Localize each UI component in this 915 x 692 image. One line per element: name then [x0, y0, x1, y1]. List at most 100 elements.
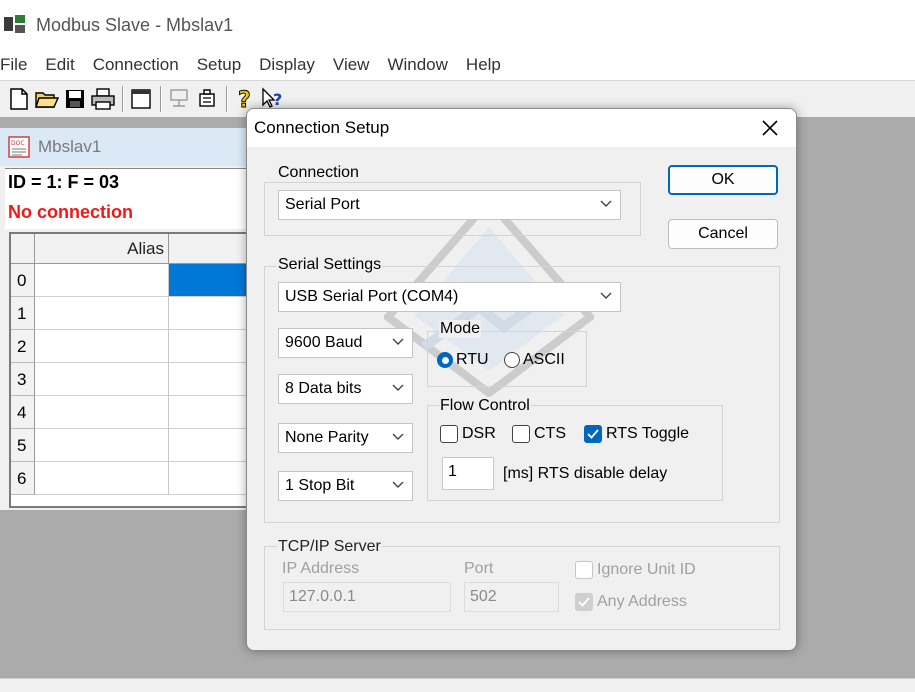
ip-address-input[interactable]: 127.0.0.1 [283, 582, 451, 612]
menu-window[interactable]: Window [378, 55, 456, 75]
modbus-slave-app-icon [4, 15, 26, 35]
menu-connection[interactable]: Connection [84, 55, 188, 75]
row-number: 1 [11, 297, 35, 330]
row-number: 5 [11, 429, 35, 462]
new-icon[interactable] [6, 85, 32, 113]
flow-control-label: Flow Control [439, 397, 531, 415]
rts-delay-input[interactable]: 1 [442, 457, 494, 490]
cts-checkbox[interactable]: CTS [512, 425, 566, 443]
mode-rtu-radio[interactable]: RTU [437, 351, 489, 369]
comm-icon[interactable] [166, 85, 192, 113]
rts-delay-label: [ms] RTS disable delay [503, 465, 668, 482]
slave-id-function: ID = 1: F = 03 [8, 172, 120, 192]
mode-rtu-label: RTU [456, 351, 489, 368]
serial-settings-label: Serial Settings [277, 256, 383, 274]
row-number: 6 [11, 462, 35, 495]
chevron-down-icon [392, 481, 404, 488]
child-title: Mbslav1 [38, 137, 102, 156]
row-number: 2 [11, 330, 35, 363]
data-bits-select[interactable]: 8 Data bits [278, 374, 413, 404]
dialog-title-bar: Connection Setup [247, 109, 796, 147]
alias-cell[interactable] [35, 396, 169, 429]
data-bits-value: 8 Data bits [285, 380, 362, 397]
chevron-down-icon [600, 292, 612, 299]
port-input[interactable]: 502 [464, 582, 559, 612]
menu-bar: File Edit Connection Setup Display View … [0, 50, 915, 81]
chevron-down-icon [392, 433, 404, 440]
serial-port-value: USB Serial Port (COM4) [285, 288, 459, 305]
document-icon: DOC [8, 136, 30, 158]
tcp-ip-label: TCP/IP Server [277, 538, 382, 556]
menu-display[interactable]: Display [250, 55, 324, 75]
row-number: 3 [11, 363, 35, 396]
close-icon[interactable] [758, 116, 782, 140]
menu-edit[interactable]: Edit [36, 55, 83, 75]
chevron-down-icon [392, 338, 404, 345]
checkmark-disabled-icon [575, 593, 593, 611]
menu-file[interactable]: File [0, 55, 36, 75]
stop-bits-value: 1 Stop Bit [285, 477, 355, 494]
connection-type-select[interactable]: Serial Port [278, 190, 621, 220]
rts-toggle-checkbox[interactable]: RTS Toggle [584, 425, 689, 443]
toolbar-separator [160, 86, 162, 112]
dsr-label: DSR [462, 425, 496, 442]
connection-group-label: Connection [277, 164, 360, 182]
menu-help[interactable]: Help [457, 55, 510, 75]
parity-select[interactable]: None Parity [278, 423, 413, 453]
menu-view[interactable]: View [324, 55, 379, 75]
toolbar-separator [122, 86, 124, 112]
stop-bits-select[interactable]: 1 Stop Bit [278, 471, 413, 501]
toolbar-separator [226, 86, 228, 112]
svg-text:?: ? [273, 90, 282, 109]
connection-setup-dialog: Connection Setup Connection Serial Port … [246, 108, 797, 651]
ip-address-label: IP Address [282, 560, 360, 577]
baud-rate-value: 9600 Baud [285, 334, 363, 351]
ok-button[interactable]: OK [668, 165, 778, 195]
alias-cell[interactable] [35, 264, 169, 297]
status-bar [0, 678, 915, 692]
checkmark-icon [584, 425, 602, 443]
checkbox-unchecked-icon [512, 425, 530, 443]
mode-label: Mode [439, 320, 482, 338]
any-address-checkbox[interactable]: Any Address [575, 593, 687, 611]
app-title: Modbus Slave - Mbslav1 [36, 14, 234, 35]
window-icon[interactable] [128, 85, 154, 113]
svg-text:DOC: DOC [11, 140, 25, 147]
device-icon[interactable] [194, 85, 220, 113]
connection-status: No connection [8, 202, 133, 222]
dialog-title: Connection Setup [254, 118, 390, 137]
any-address-label: Any Address [597, 593, 687, 610]
row-number: 0 [11, 264, 35, 297]
port-label: Port [464, 560, 494, 577]
radio-unselected-icon [504, 352, 520, 368]
cancel-button[interactable]: Cancel [668, 219, 778, 249]
mode-ascii-label: ASCII [523, 351, 565, 368]
app-title-bar: Modbus Slave - Mbslav1 [0, 0, 915, 51]
cts-label: CTS [534, 425, 566, 442]
serial-port-select[interactable]: USB Serial Port (COM4) [278, 282, 621, 312]
alias-cell[interactable] [35, 297, 169, 330]
alias-cell[interactable] [35, 330, 169, 363]
chevron-down-icon [600, 200, 612, 207]
alias-cell[interactable] [35, 429, 169, 462]
ignore-unit-id-label: Ignore Unit ID [597, 561, 696, 578]
menu-setup[interactable]: Setup [188, 55, 250, 75]
baud-rate-select[interactable]: 9600 Baud [278, 328, 413, 358]
dsr-checkbox[interactable]: DSR [440, 425, 496, 443]
mode-ascii-radio[interactable]: ASCII [504, 351, 565, 369]
chevron-down-icon [392, 384, 404, 391]
alias-cell[interactable] [35, 363, 169, 396]
row-number: 4 [11, 396, 35, 429]
rts-toggle-label: RTS Toggle [606, 425, 690, 442]
radio-selected-icon [437, 352, 453, 368]
checkbox-unchecked-icon [440, 425, 458, 443]
ignore-unit-id-checkbox[interactable]: Ignore Unit ID [575, 561, 696, 579]
grid-corner [11, 234, 35, 264]
save-icon[interactable] [62, 85, 88, 113]
alias-column-header[interactable]: Alias [35, 234, 169, 264]
alias-cell[interactable] [35, 462, 169, 495]
open-icon[interactable] [34, 85, 60, 113]
checkbox-disabled-icon [575, 561, 593, 579]
svg-text:?: ? [238, 88, 251, 111]
print-icon[interactable] [90, 85, 116, 113]
